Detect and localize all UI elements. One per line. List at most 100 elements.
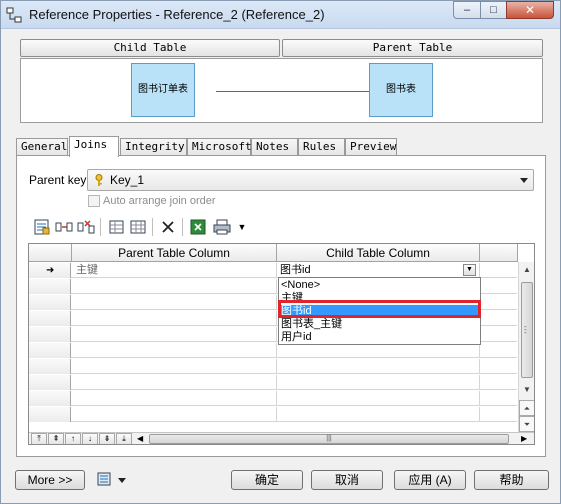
row-header[interactable] (29, 407, 71, 422)
table-row[interactable] (29, 343, 517, 358)
parent-table-button[interactable]: Parent Table (282, 39, 543, 57)
row-header[interactable]: ➜ (29, 263, 71, 278)
delete-column-icon[interactable] (76, 217, 96, 237)
child-column-cell[interactable] (277, 343, 480, 358)
ok-button[interactable]: 确定 (231, 470, 303, 490)
parent-column-cell[interactable] (72, 295, 277, 310)
dropdown-arrow-icon[interactable]: ▼ (232, 217, 252, 237)
apply-button[interactable]: 应用 (A) (394, 470, 466, 490)
parent-column-cell[interactable] (72, 343, 277, 358)
parent-key-value: Key_1 (110, 173, 145, 187)
scroll-up-icon[interactable]: ▲ (519, 262, 534, 278)
move-bottom-icon[interactable]: ⤓ (116, 433, 132, 444)
row-header[interactable] (29, 295, 71, 310)
tab-joins[interactable]: Joins (69, 136, 119, 157)
move-top-icon[interactable]: ⤒ (31, 433, 47, 444)
scroll-down-icon[interactable]: ▼ (519, 382, 534, 398)
auto-arrange-label: Auto arrange join order (103, 195, 216, 207)
row-header[interactable] (29, 311, 71, 326)
parent-key-label: Parent key: (29, 173, 90, 187)
tab-notes[interactable]: Notes (251, 138, 298, 156)
parent-key-select[interactable]: Key_1 (87, 169, 534, 191)
maximize-button[interactable]: □ (480, 1, 507, 19)
scroll-left-icon[interactable]: ◀ (137, 433, 143, 444)
print-icon[interactable] (212, 217, 232, 237)
table-row[interactable] (29, 407, 517, 422)
tab-integrity[interactable]: Integrity (120, 138, 187, 156)
row-header[interactable] (29, 279, 71, 294)
child-column-cell[interactable] (277, 359, 480, 374)
toolbar-separator (100, 218, 101, 236)
child-column-value: 图书id (280, 264, 311, 276)
properties-icon[interactable] (32, 217, 52, 237)
parent-column-cell[interactable] (72, 359, 277, 374)
excel-export-icon[interactable] (188, 217, 208, 237)
table-row[interactable] (29, 375, 517, 390)
move-up-icon[interactable]: ↑ (65, 433, 81, 444)
row-header[interactable] (29, 343, 71, 358)
table-grid-icon[interactable] (128, 217, 148, 237)
tab-preview[interactable]: Preview (345, 138, 397, 156)
row-header[interactable] (29, 327, 71, 342)
dropdown-option[interactable]: <None> (280, 279, 479, 292)
scroll-thumb[interactable]: --- (521, 282, 533, 378)
insert-row-icon[interactable] (54, 217, 74, 237)
help-button[interactable]: 帮助 (474, 470, 549, 490)
child-column-cell[interactable] (277, 375, 480, 390)
window-title: Reference Properties - Reference_2 (Refe… (29, 7, 325, 22)
reference-diagram: 图书订单表 图书表 (20, 58, 543, 123)
parent-column-cell[interactable] (72, 391, 277, 406)
auto-arrange-checkbox[interactable] (88, 195, 100, 207)
more-button[interactable]: More >> (15, 470, 85, 490)
dropdown-option[interactable]: 用户id (280, 331, 479, 344)
maximize-icon: □ (490, 4, 497, 16)
child-column-header[interactable]: Child Table Column (277, 244, 480, 262)
scroll-right-icon[interactable]: ▶ (521, 433, 527, 444)
chevron-down-icon[interactable]: ▼ (463, 264, 476, 276)
grid-corner (29, 244, 72, 262)
parent-column-header[interactable]: Parent Table Column (72, 244, 277, 262)
child-column-cell[interactable] (277, 391, 480, 406)
selection-highlight-annotation (278, 300, 481, 318)
add-row-icon[interactable] (106, 217, 126, 237)
reference-properties-dialog: Reference Properties - Reference_2 (Refe… (0, 0, 561, 504)
parent-column-cell[interactable] (72, 311, 277, 326)
parent-column-cell[interactable] (72, 375, 277, 390)
key-icon (95, 174, 103, 186)
child-table-button[interactable]: Child Table (20, 39, 280, 57)
row-header[interactable] (29, 359, 71, 374)
chevron-down-icon[interactable] (118, 478, 126, 483)
parent-entity[interactable]: 图书表 (369, 63, 433, 117)
move-down-icon[interactable]: ↓ (82, 433, 98, 444)
tab-microsoft[interactable]: Microsoft (187, 138, 252, 156)
move-down-page-icon[interactable]: ⇟ (99, 433, 115, 444)
toolbar-separator (182, 218, 183, 236)
move-up-page-icon[interactable]: ⇞ (48, 433, 64, 444)
close-icon: ✕ (524, 3, 536, 17)
row-header[interactable] (29, 391, 71, 406)
child-column-cell[interactable]: 图书id ▼ (277, 263, 480, 278)
grid-vertical-scrollbar[interactable]: ▲ --- ▼ ⏶ ⏷ (518, 262, 534, 432)
scroll-bottom-icon[interactable]: ⏷ (519, 416, 534, 432)
delete-icon[interactable] (158, 217, 178, 237)
parent-column-cell[interactable] (72, 279, 277, 294)
layout-menu-icon[interactable] (96, 471, 112, 487)
table-row[interactable]: ➜ 主键 图书id ▼ (29, 263, 517, 278)
grid-header-filler (480, 244, 518, 262)
minimize-button[interactable]: – (453, 1, 481, 19)
parent-column-cell[interactable]: 主键 (72, 263, 277, 278)
horizontal-scroll-thumb[interactable]: ||| (149, 434, 509, 444)
dropdown-option[interactable]: 图书表_主键 (280, 318, 479, 331)
table-row[interactable] (29, 391, 517, 406)
close-button[interactable]: ✕ (506, 1, 554, 19)
tab-general[interactable]: General (16, 138, 68, 156)
scroll-top-icon[interactable]: ⏶ (519, 400, 534, 416)
parent-column-cell[interactable] (72, 327, 277, 342)
cancel-button[interactable]: 取消 (311, 470, 383, 490)
child-entity[interactable]: 图书订单表 (131, 63, 195, 117)
row-header[interactable] (29, 375, 71, 390)
table-row[interactable] (29, 359, 517, 374)
child-column-cell[interactable] (277, 407, 480, 422)
parent-column-cell[interactable] (72, 407, 277, 422)
tab-rules[interactable]: Rules (298, 138, 345, 156)
